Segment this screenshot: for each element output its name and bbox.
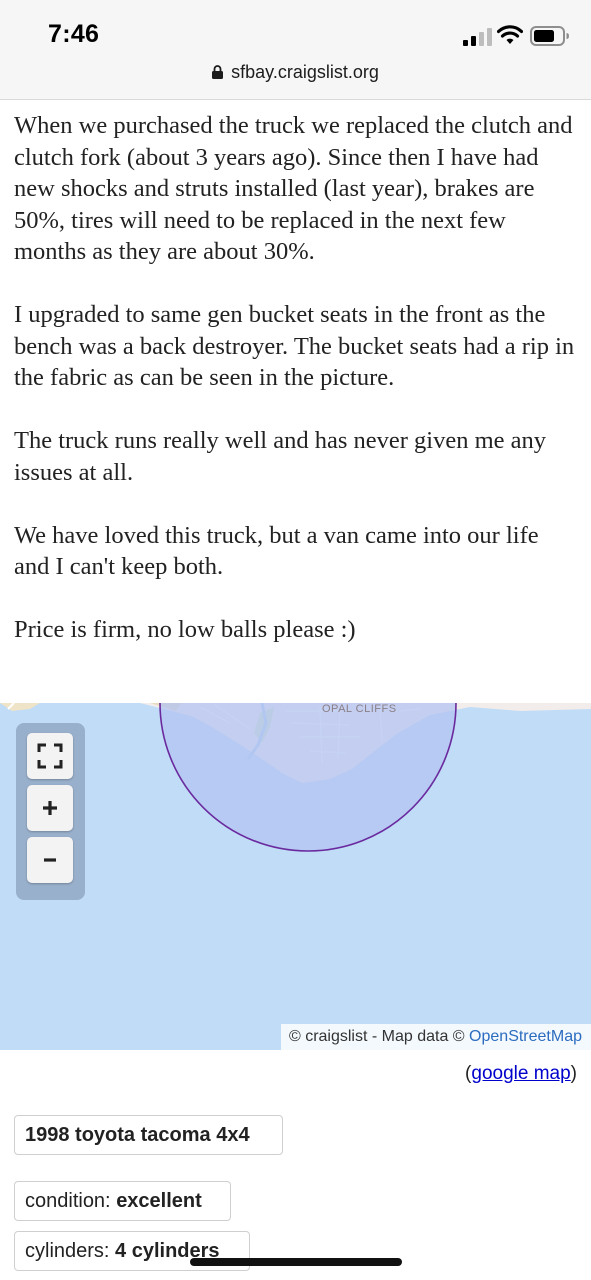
attribution-text: © craigslist - Map data © <box>288 1028 465 1045</box>
url-text: sfbay.craigslist.org <box>231 62 379 82</box>
address-bar[interactable]: sfbay.craigslist.org <box>0 62 591 88</box>
paren-close: ) <box>570 1063 577 1084</box>
fullscreen-button[interactable] <box>27 733 73 779</box>
google-map-line: (google map) <box>465 1063 577 1085</box>
cylinders-label: cylinders: <box>25 1240 110 1262</box>
post-paragraph: We have loved this truck, but a van came… <box>14 521 539 581</box>
attribute-title: 1998 toyota tacoma 4x4 <box>14 1115 283 1155</box>
google-map-link[interactable]: google map <box>471 1063 570 1084</box>
posting-body: When we purchased the truck we replaced … <box>14 110 579 677</box>
battery-icon <box>530 26 569 46</box>
post-paragraph: The truck runs really well and has never… <box>14 427 547 486</box>
map-tiles <box>0 703 591 852</box>
home-indicator[interactable] <box>190 1258 402 1266</box>
plus-icon <box>43 801 57 815</box>
map-attribution: © craigslist - Map data © OpenStreetMap <box>280 1024 591 1050</box>
status-time: 7:46 <box>48 20 100 48</box>
condition-label: condition: <box>25 1190 111 1212</box>
fullscreen-icon <box>37 743 63 769</box>
openstreetmap-link[interactable]: OpenStreetMap <box>469 1028 582 1045</box>
post-paragraph: I upgraded to same gen bucket seats in t… <box>14 301 575 391</box>
zoom-out-button[interactable] <box>27 837 73 883</box>
condition-value: excellent <box>116 1190 202 1212</box>
signal-icon <box>463 28 492 46</box>
post-paragraph: When we purchased the truck we replaced … <box>14 112 573 265</box>
minus-icon <box>44 858 56 862</box>
map-controls <box>16 723 85 900</box>
map-place-label: OPAL CLIFFS <box>322 703 397 715</box>
attribute-condition: condition: excellent <box>14 1181 231 1221</box>
lock-icon <box>212 65 224 79</box>
zoom-in-button[interactable] <box>27 785 73 831</box>
post-paragraph: Price is firm, no low balls please :) <box>14 616 356 643</box>
location-map[interactable]: OPAL CLIFFS © craigslist - Map data © Op… <box>0 703 591 1050</box>
wifi-icon <box>497 25 523 44</box>
browser-status-bar: 7:46 sfbay.craigslist.org <box>0 0 591 100</box>
